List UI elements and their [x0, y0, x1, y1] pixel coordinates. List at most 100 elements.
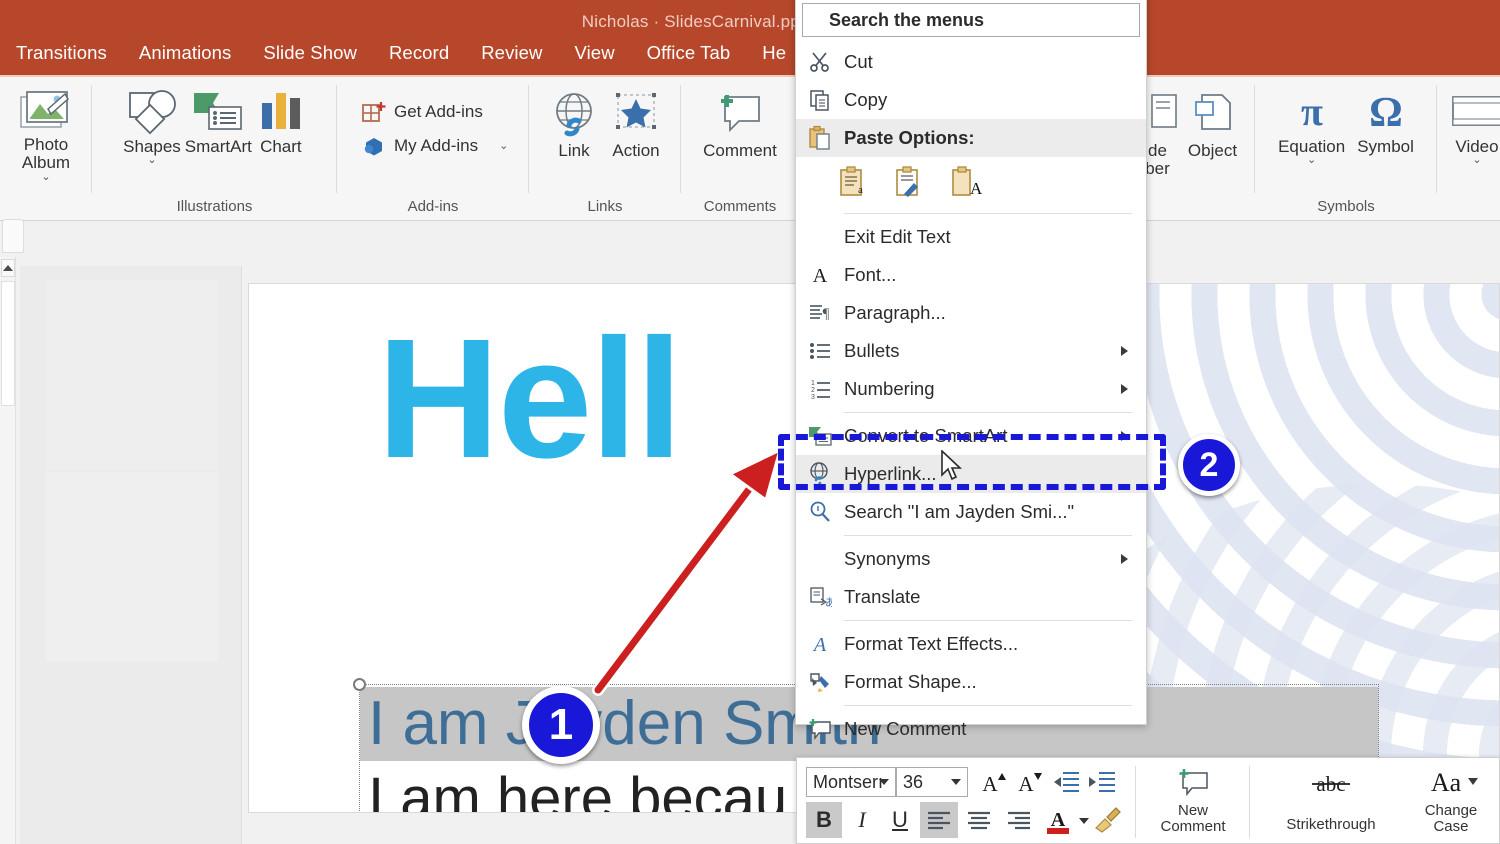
video-button[interactable]: Video ⌄: [1449, 83, 1500, 166]
resize-handle-top-left[interactable]: [353, 678, 366, 691]
menu-item-label: Cut: [844, 51, 873, 72]
chevron-down-icon[interactable]: ⌄: [147, 155, 156, 166]
align-left-button[interactable]: [920, 802, 958, 838]
svg-text:a: a: [858, 184, 863, 196]
tab-animations[interactable]: Animations: [123, 30, 248, 75]
ribbon-group-comments: Comment Comments: [681, 77, 799, 221]
action-button[interactable]: Action: [609, 83, 663, 160]
powerpoint-window: Nicholas · SlidesCarnival.pptx - PowerPo…: [0, 0, 1500, 844]
menu-item-translate[interactable]: あ Translate: [796, 578, 1146, 616]
strikethrough-button[interactable]: abc Strikethrough: [1257, 770, 1405, 833]
menu-item-format-text-effects[interactable]: A Format Text Effects...: [796, 625, 1146, 663]
annotation-step-1-badge: 1: [522, 686, 600, 764]
equation-button[interactable]: π Equation ⌄: [1278, 79, 1345, 166]
ribbon-group-media: Video ⌄: [1437, 77, 1500, 221]
search-the-menus-input[interactable]: Search the menus: [802, 3, 1140, 37]
scrollbar-thumb[interactable]: [1, 281, 15, 406]
translate-icon: あ: [796, 585, 844, 609]
chevron-down-icon[interactable]: ⌄: [499, 140, 508, 151]
chevron-down-icon[interactable]: ⌄: [1307, 155, 1316, 166]
tab-transitions[interactable]: Transitions: [0, 30, 123, 75]
smartart-button[interactable]: SmartArt: [185, 81, 252, 165]
resize-handle-bottom-left[interactable]: [353, 812, 366, 813]
font-color-dropdown-caret-icon[interactable]: [1079, 818, 1089, 824]
get-add-ins-button[interactable]: Get Add-ins: [357, 95, 512, 129]
thumbnail-scrollbar[interactable]: [0, 257, 16, 844]
tab-record[interactable]: Record: [373, 30, 465, 75]
menu-item-synonyms[interactable]: Synonyms: [796, 540, 1146, 578]
font-size-combobox[interactable]: 36: [896, 767, 968, 797]
font-name-value: Montserı: [813, 771, 884, 792]
chart-button[interactable]: Chart: [256, 81, 306, 165]
ribbon-group-illustrations: Shapes ⌄ SmartArt Chart Illustrations: [92, 77, 337, 221]
tab-review[interactable]: Review: [465, 30, 558, 75]
increase-font-size-button[interactable]: A: [977, 767, 1011, 797]
bold-button[interactable]: B: [806, 802, 842, 838]
new-comment-button[interactable]: New Comment: [1145, 768, 1241, 836]
link-button[interactable]: Link: [547, 83, 601, 160]
menu-item-search-selection[interactable]: Search "I am Jayden Smi...": [796, 493, 1146, 531]
mouse-cursor-icon: [941, 450, 963, 481]
paste-destination-theme-icon[interactable]: A: [948, 164, 983, 203]
decrease-font-size-button[interactable]: A: [1013, 767, 1047, 797]
font-name-combobox[interactable]: Montserı: [806, 767, 896, 797]
shapes-button[interactable]: Shapes ⌄: [123, 81, 181, 166]
tab-slide-show[interactable]: Slide Show: [247, 30, 373, 75]
decrease-indent-button[interactable]: [1049, 767, 1083, 797]
link-globe-icon: [547, 89, 601, 139]
chevron-down-icon[interactable]: [951, 779, 961, 785]
tab-help[interactable]: He: [746, 30, 802, 75]
menu-item-font[interactable]: A Font...: [796, 256, 1146, 294]
font-color-button[interactable]: A: [1040, 802, 1076, 838]
font-size-value: 36: [903, 771, 924, 792]
chevron-down-icon[interactable]: ⌄: [41, 171, 50, 182]
mini-toolbar[interactable]: Montserı 36 A A B I U A New Comment abc …: [796, 757, 1500, 844]
tab-office-tab[interactable]: Office Tab: [631, 30, 747, 75]
menu-item-bullets[interactable]: Bullets: [796, 332, 1146, 370]
paste-keep-source-formatting-icon[interactable]: [892, 164, 926, 203]
change-case-button[interactable]: Aa Change Case: [1405, 766, 1497, 836]
comment-button[interactable]: Comment: [703, 83, 777, 160]
menu-item-label: Translate: [844, 586, 921, 607]
menu-item-paragraph[interactable]: ¶ Paragraph...: [796, 294, 1146, 332]
increase-indent-button[interactable]: [1085, 767, 1119, 797]
menu-item-label: Format Shape...: [844, 671, 977, 692]
menu-item-cut[interactable]: Cut: [796, 43, 1146, 81]
chevron-down-icon[interactable]: [879, 779, 889, 785]
underline-button[interactable]: U: [882, 802, 918, 838]
scroll-up-arrow-icon[interactable]: [1, 259, 15, 277]
format-painter-button[interactable]: [1089, 802, 1125, 838]
align-center-button[interactable]: [960, 802, 998, 838]
italic-button[interactable]: I: [844, 802, 880, 838]
slide-thumbnail-2[interactable]: [46, 472, 218, 662]
photo-album-button[interactable]: Photo Album ⌄: [18, 81, 74, 182]
menu-item-convert-to-smartart[interactable]: Convert to SmartArt: [796, 417, 1146, 455]
smartart-icon: [189, 87, 247, 135]
object-button[interactable]: Object: [1188, 83, 1238, 179]
panel-collapse-tab[interactable]: [2, 219, 24, 253]
menu-item-format-shape[interactable]: Format Shape...: [796, 663, 1146, 701]
slide-thumbnail-pane[interactable]: [20, 266, 242, 844]
slide-title-text[interactable]: Hell: [377, 314, 683, 484]
slide-body-line-2[interactable]: I am here becau: [368, 767, 787, 813]
context-menu[interactable]: Search the menus Cut Copy Paste Options:…: [795, 0, 1147, 740]
chevron-down-icon[interactable]: ⌄: [1472, 155, 1481, 166]
menu-item-new-comment[interactable]: New Comment: [796, 710, 1146, 748]
menu-item-numbering[interactable]: 1 2 3 Numbering: [796, 370, 1146, 408]
menu-item-label: New Comment: [844, 718, 967, 739]
menu-item-hyperlink[interactable]: Hyperlink...: [796, 455, 1146, 493]
menu-item-label: Hyperlink...: [844, 463, 937, 484]
my-add-ins-button[interactable]: My Add-ins ⌄: [357, 129, 512, 163]
change-case-label: Change Case: [1424, 801, 1478, 835]
svg-text:Ω: Ω: [1369, 90, 1403, 135]
align-right-button[interactable]: [1000, 802, 1038, 838]
new-comment-icon: [1175, 768, 1211, 803]
symbol-button[interactable]: Ω Symbol: [1357, 79, 1414, 165]
menu-item-copy[interactable]: Copy: [796, 81, 1146, 119]
menu-item-exit-edit-text[interactable]: Exit Edit Text: [796, 218, 1146, 256]
tab-view[interactable]: View: [558, 30, 630, 75]
copy-icon: [796, 88, 844, 112]
paste-keep-text-only-icon[interactable]: a: [836, 164, 870, 203]
slide-thumbnail-1[interactable]: [46, 280, 218, 470]
menu-item-label: Format Text Effects...: [844, 633, 1019, 654]
